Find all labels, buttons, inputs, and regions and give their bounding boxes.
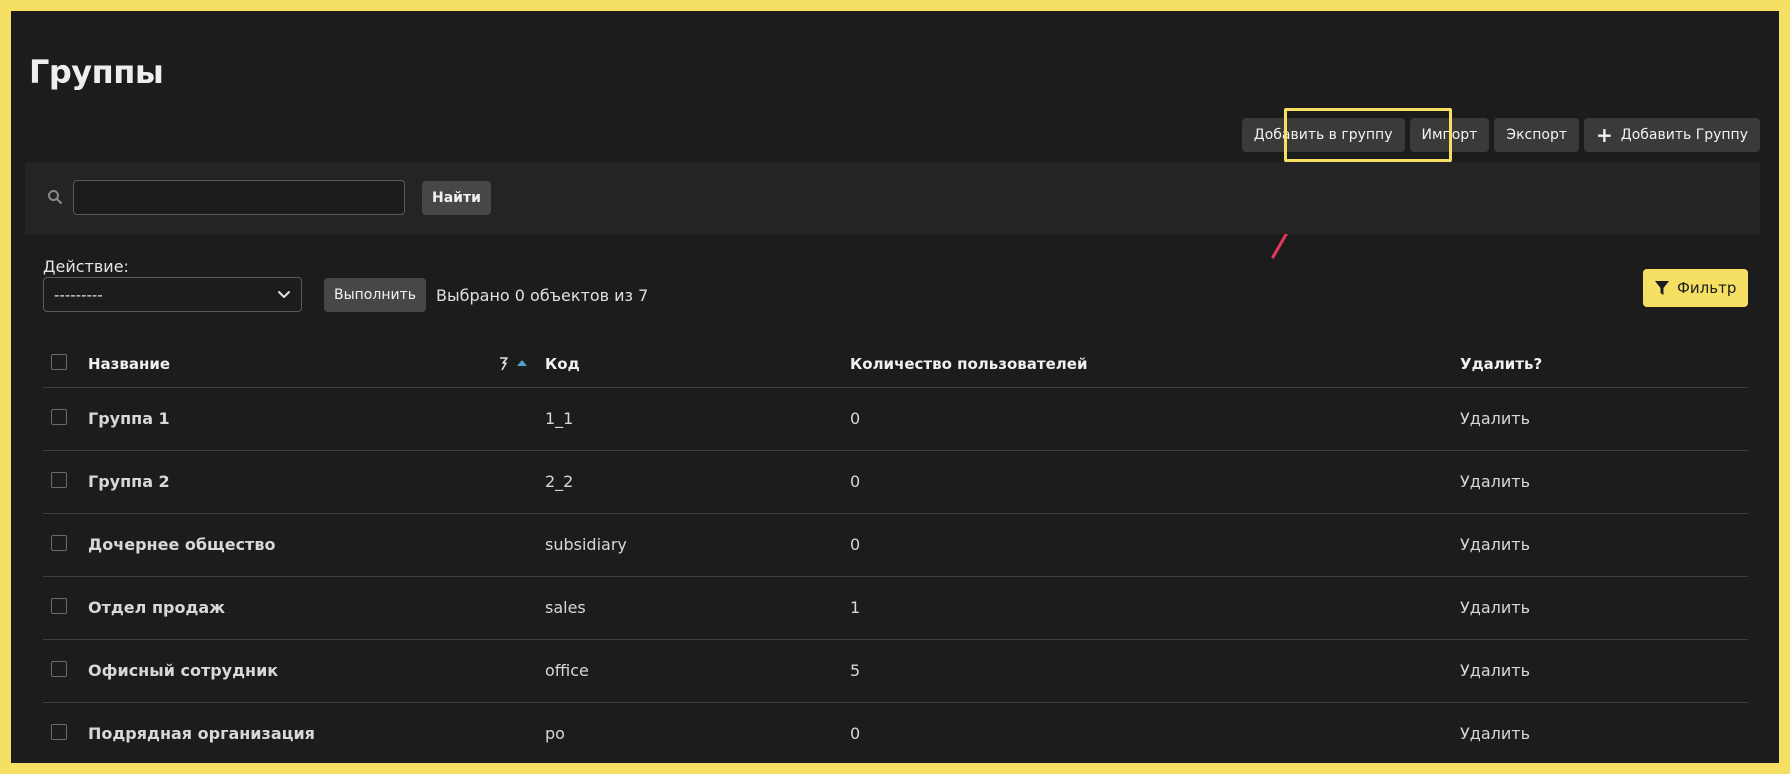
group-user-count: 0	[850, 450, 1460, 514]
export-button[interactable]: Экспорт	[1494, 118, 1579, 152]
search-icon	[48, 190, 62, 204]
chevron-down-icon	[278, 291, 290, 298]
group-user-count: 0	[850, 513, 1460, 577]
column-header-delete: Удалить?	[1460, 341, 1748, 388]
row-checkbox[interactable]	[51, 723, 67, 740]
selected-count: Выбрано 0 объектов из 7	[436, 286, 649, 305]
group-code: 1_1	[545, 387, 850, 451]
filter-button[interactable]: Фильтр	[1643, 269, 1749, 307]
group-user-count: 1	[850, 576, 1460, 640]
search-input[interactable]	[73, 180, 405, 215]
search-button[interactable]: Найти	[422, 181, 491, 215]
add-to-group-button[interactable]: Добавить в группу	[1241, 118, 1405, 152]
group-user-count: 5	[850, 639, 1460, 703]
action-select-value: ---------	[54, 285, 103, 304]
run-action-button[interactable]: Выполнить	[324, 278, 426, 312]
action-select[interactable]: ---------	[43, 277, 302, 312]
group-code: subsidiary	[545, 513, 850, 577]
filter-label: Фильтр	[1677, 279, 1737, 297]
group-code: sales	[545, 576, 850, 640]
table-row: Группа 2 2_2 0 Удалить	[43, 450, 1748, 514]
table-header-row: Название Код Количество пользователей Уд…	[43, 341, 1748, 388]
sort-ascending-icon[interactable]	[517, 359, 527, 366]
group-name[interactable]: Дочернее общество	[88, 513, 545, 577]
group-name[interactable]: Подрядная организация	[88, 702, 545, 763]
delete-link[interactable]: Удалить	[1460, 409, 1530, 428]
row-checkbox[interactable]	[51, 471, 67, 488]
table-row: Группа 1 1_1 0 Удалить	[43, 387, 1748, 451]
groups-table: Название Код Количество пользователей Уд…	[43, 341, 1748, 763]
delete-link[interactable]: Удалить	[1460, 724, 1530, 743]
column-header-user-count[interactable]: Количество пользователей	[850, 341, 1460, 388]
column-header-name-label: Название	[88, 354, 171, 373]
group-code: po	[545, 724, 565, 744]
sort-controls	[499, 355, 527, 371]
group-name[interactable]: Группа 2	[88, 450, 545, 514]
table-row: Подрядная организация po 0 Удалить	[43, 702, 1748, 763]
delete-link[interactable]: Удалить	[1460, 598, 1530, 617]
search-toolbar: Найти	[25, 162, 1760, 234]
group-code: office	[545, 639, 850, 703]
add-group-label: Добавить Группу	[1620, 127, 1748, 143]
funnel-icon	[1655, 281, 1669, 295]
action-label: Действие:	[43, 257, 129, 276]
delete-link[interactable]: Удалить	[1460, 661, 1530, 680]
sort-toggle-icon[interactable]	[499, 355, 509, 371]
page-title: Группы	[29, 53, 164, 91]
table-row: Офисный сотрудник office 5 Удалить	[43, 639, 1748, 703]
table-row: Дочернее общество subsidiary 0 Удалить	[43, 513, 1748, 577]
column-header-name[interactable]: Название	[88, 341, 545, 388]
object-tools: Добавить в группу Импорт Экспорт + Добав…	[1241, 118, 1760, 152]
group-code: 2_2	[545, 450, 850, 514]
column-header-code[interactable]: Код	[545, 341, 850, 388]
group-name[interactable]: Офисный сотрудник	[88, 639, 545, 703]
admin-page: Группы Добавить в группу Импорт Экспорт …	[11, 11, 1779, 763]
add-group-button[interactable]: + Добавить Группу	[1584, 118, 1760, 152]
plus-icon: +	[1596, 123, 1613, 147]
row-checkbox[interactable]	[51, 408, 67, 425]
group-user-count: 0	[850, 387, 1460, 451]
group-name[interactable]: Отдел продаж	[88, 576, 545, 640]
row-checkbox[interactable]	[51, 660, 67, 677]
import-button[interactable]: Импорт	[1409, 118, 1490, 152]
delete-link[interactable]: Удалить	[1460, 535, 1530, 554]
row-checkbox[interactable]	[51, 534, 67, 551]
row-checkbox[interactable]	[51, 597, 67, 614]
group-user-count: 0	[850, 724, 861, 744]
group-name[interactable]: Группа 1	[88, 387, 545, 451]
table-row: Отдел продаж sales 1 Удалить	[43, 576, 1748, 640]
select-all-checkbox[interactable]	[51, 353, 67, 370]
delete-link[interactable]: Удалить	[1460, 472, 1530, 491]
